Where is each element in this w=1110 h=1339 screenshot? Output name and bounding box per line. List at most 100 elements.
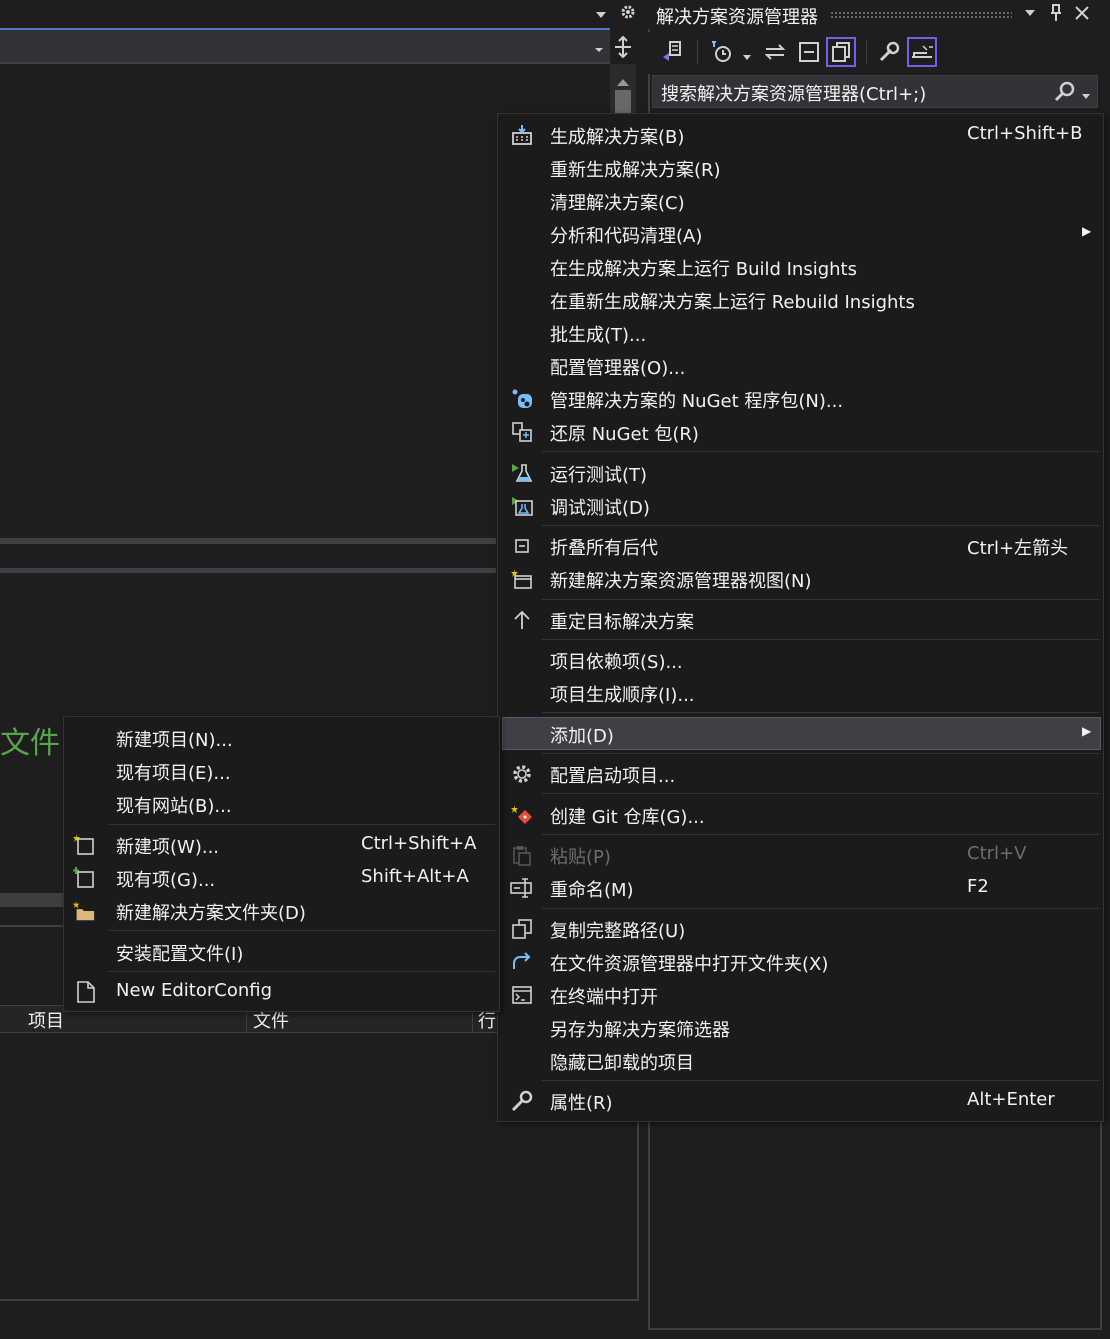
menu-item-retarget-solution[interactable]: 重定目标解决方案 xyxy=(502,603,1099,636)
solution-context-menu: 生成解决方案(B) Ctrl+Shift+B 重新生成解决方案(R) 清理解决方… xyxy=(497,113,1104,1122)
switch-views-icon[interactable] xyxy=(658,37,688,67)
menu-item-copy-full-path[interactable]: 复制完整路径(U) xyxy=(502,912,1099,945)
nav-dropdown-icon[interactable] xyxy=(593,40,605,61)
menu-separator xyxy=(542,451,1099,452)
menu-separator xyxy=(108,930,495,931)
submenu-item-new-item[interactable]: 新建项(W)... Ctrl+Shift+A xyxy=(68,828,495,861)
horizontal-scrollbar[interactable] xyxy=(0,893,70,907)
submenu-item-new-solution-folder[interactable]: 新建解决方案文件夹(D) xyxy=(68,894,495,927)
properties-wrench-icon[interactable] xyxy=(874,37,904,67)
run-tests-icon xyxy=(510,461,534,485)
menu-item-open-folder-in-explorer[interactable]: 在文件资源管理器中打开文件夹(X) xyxy=(502,945,1099,978)
terminal-icon xyxy=(510,983,534,1007)
menu-item-clean-solution[interactable]: 清理解决方案(C) xyxy=(502,184,1099,217)
menu-item-configure-startup-projects[interactable]: 配置启动项目... xyxy=(502,757,1099,790)
menu-item-hide-unloaded-projects[interactable]: 隐藏已卸载的项目 xyxy=(502,1044,1099,1077)
submenu-item-new-editorconfig[interactable]: New EditorConfig xyxy=(68,975,495,1008)
close-icon[interactable] xyxy=(1071,2,1093,24)
editor-tab-strip xyxy=(0,0,644,29)
submenu-arrow-icon: ▶ xyxy=(1082,724,1092,738)
menu-item-add[interactable]: 添加(D) ▶ xyxy=(502,717,1101,750)
nuget-icon xyxy=(510,387,534,411)
window-position-dropdown-icon[interactable] xyxy=(1019,2,1041,24)
menu-item-restore-nuget[interactable]: 还原 NuGet 包(R) xyxy=(502,415,1099,448)
menu-item-build-insights[interactable]: 在生成解决方案上运行 Build Insights xyxy=(502,250,1099,283)
panel-green-label: 文件 xyxy=(0,726,60,761)
menu-separator xyxy=(108,824,495,825)
new-view-icon xyxy=(510,567,534,591)
menu-item-build-solution[interactable]: 生成解决方案(B) Ctrl+Shift+B xyxy=(502,118,1099,151)
toolbar-separator xyxy=(866,40,867,64)
sync-with-active-document-icon[interactable] xyxy=(760,37,790,67)
panel-border xyxy=(0,1299,639,1301)
arrow-up-icon xyxy=(510,608,534,632)
title-grip xyxy=(830,11,1012,18)
menu-separator xyxy=(542,1080,1099,1081)
menu-item-rename[interactable]: 重命名(M) F2 xyxy=(502,871,1099,904)
pin-icon[interactable] xyxy=(1045,2,1067,24)
menu-separator xyxy=(542,793,1099,794)
column-header-project[interactable]: 项目 xyxy=(28,1007,64,1033)
collapse-all-icon[interactable] xyxy=(794,37,824,67)
menu-separator xyxy=(542,908,1099,909)
menu-item-open-in-terminal[interactable]: 在终端中打开 xyxy=(502,978,1099,1011)
document-icon xyxy=(74,980,98,1004)
menu-item-create-git-repository[interactable]: 创建 Git 仓库(G)... xyxy=(502,798,1099,831)
collapse-icon xyxy=(510,534,534,558)
new-folder-icon xyxy=(72,899,96,923)
panel-border xyxy=(648,1328,1102,1330)
menu-item-analyze-code-cleanup[interactable]: 分析和代码清理(A) ▶ xyxy=(502,217,1099,250)
menu-item-manage-nuget[interactable]: 管理解决方案的 NuGet 程序包(N)... xyxy=(502,382,1099,415)
rename-icon xyxy=(510,876,534,900)
menu-separator xyxy=(542,599,1099,600)
menu-item-collapse-all-descendants[interactable]: 折叠所有后代 Ctrl+左箭头 xyxy=(502,529,1099,562)
menu-item-debug-tests[interactable]: 调试测试(D) xyxy=(502,489,1099,522)
lower-panel-border xyxy=(0,568,496,573)
open-folder-arrow-icon xyxy=(510,950,534,974)
search-icon[interactable] xyxy=(1054,81,1076,108)
menu-item-rebuild-insights[interactable]: 在重新生成解决方案上运行 Rebuild Insights xyxy=(502,283,1099,316)
submenu-item-existing-project[interactable]: 现有项目(E)... xyxy=(68,754,495,787)
menu-item-properties[interactable]: 属性(R) Alt+Enter xyxy=(502,1084,1099,1117)
submenu-item-existing-item[interactable]: 现有项(G)... Shift+Alt+A xyxy=(68,861,495,894)
menu-separator xyxy=(108,971,495,972)
divider xyxy=(0,925,70,927)
menu-item-configuration-manager[interactable]: 配置管理器(O)... xyxy=(502,349,1099,382)
paste-icon xyxy=(510,843,534,867)
menu-item-run-tests[interactable]: 运行测试(T) xyxy=(502,456,1099,489)
submenu-item-existing-website[interactable]: 现有网站(B)... xyxy=(68,787,495,820)
gear-icon xyxy=(510,762,534,786)
panel-splitter[interactable] xyxy=(0,538,496,544)
search-placeholder[interactable]: 搜索解决方案资源管理器(Ctrl+;) xyxy=(661,80,926,106)
submenu-arrow-icon: ▶ xyxy=(1082,224,1092,238)
show-all-files-icon[interactable] xyxy=(826,37,856,67)
restore-packages-icon xyxy=(510,420,534,444)
solution-explorer-title: 解决方案资源管理器 xyxy=(656,7,818,28)
pending-changes-filter-icon[interactable] xyxy=(706,37,736,67)
search-options-icon[interactable] xyxy=(1080,86,1092,107)
menu-separator xyxy=(542,753,1099,754)
submenu-item-install-config-file[interactable]: 安装配置文件(I) xyxy=(68,935,495,968)
menu-separator xyxy=(542,525,1099,526)
menu-item-project-dependencies[interactable]: 项目依赖项(S)... xyxy=(502,643,1099,676)
menu-item-paste[interactable]: 粘贴(P) Ctrl+V xyxy=(502,838,1099,871)
preview-selected-items-icon[interactable] xyxy=(907,37,937,67)
submenu-item-new-project[interactable]: 新建项目(N)... xyxy=(68,721,495,754)
navigation-bar[interactable] xyxy=(0,30,610,64)
menu-item-save-as-solution-filter[interactable]: 另存为解决方案筛选器 xyxy=(502,1011,1099,1044)
menu-item-rebuild-solution[interactable]: 重新生成解决方案(R) xyxy=(502,151,1099,184)
tab-dropdown-icon[interactable] xyxy=(594,6,608,27)
split-window-icon[interactable] xyxy=(613,35,633,63)
menu-item-project-build-order[interactable]: 项目生成顺序(I)... xyxy=(502,676,1099,709)
gear-icon[interactable] xyxy=(619,3,637,26)
wrench-icon xyxy=(510,1089,534,1113)
git-icon xyxy=(510,803,534,827)
add-submenu: 新建项目(N)... 现有项目(E)... 现有网站(B)... 新建项(W).… xyxy=(63,716,500,1012)
menu-item-batch-build[interactable]: 批生成(T)... xyxy=(502,316,1099,349)
scroll-up-icon[interactable] xyxy=(616,71,630,92)
menu-separator xyxy=(542,639,1099,640)
menu-separator xyxy=(542,834,1099,835)
menu-item-new-explorer-view[interactable]: 新建解决方案资源管理器视图(N) xyxy=(502,562,1099,595)
dropdown-arrow-icon[interactable] xyxy=(741,47,753,68)
build-icon xyxy=(510,123,534,147)
